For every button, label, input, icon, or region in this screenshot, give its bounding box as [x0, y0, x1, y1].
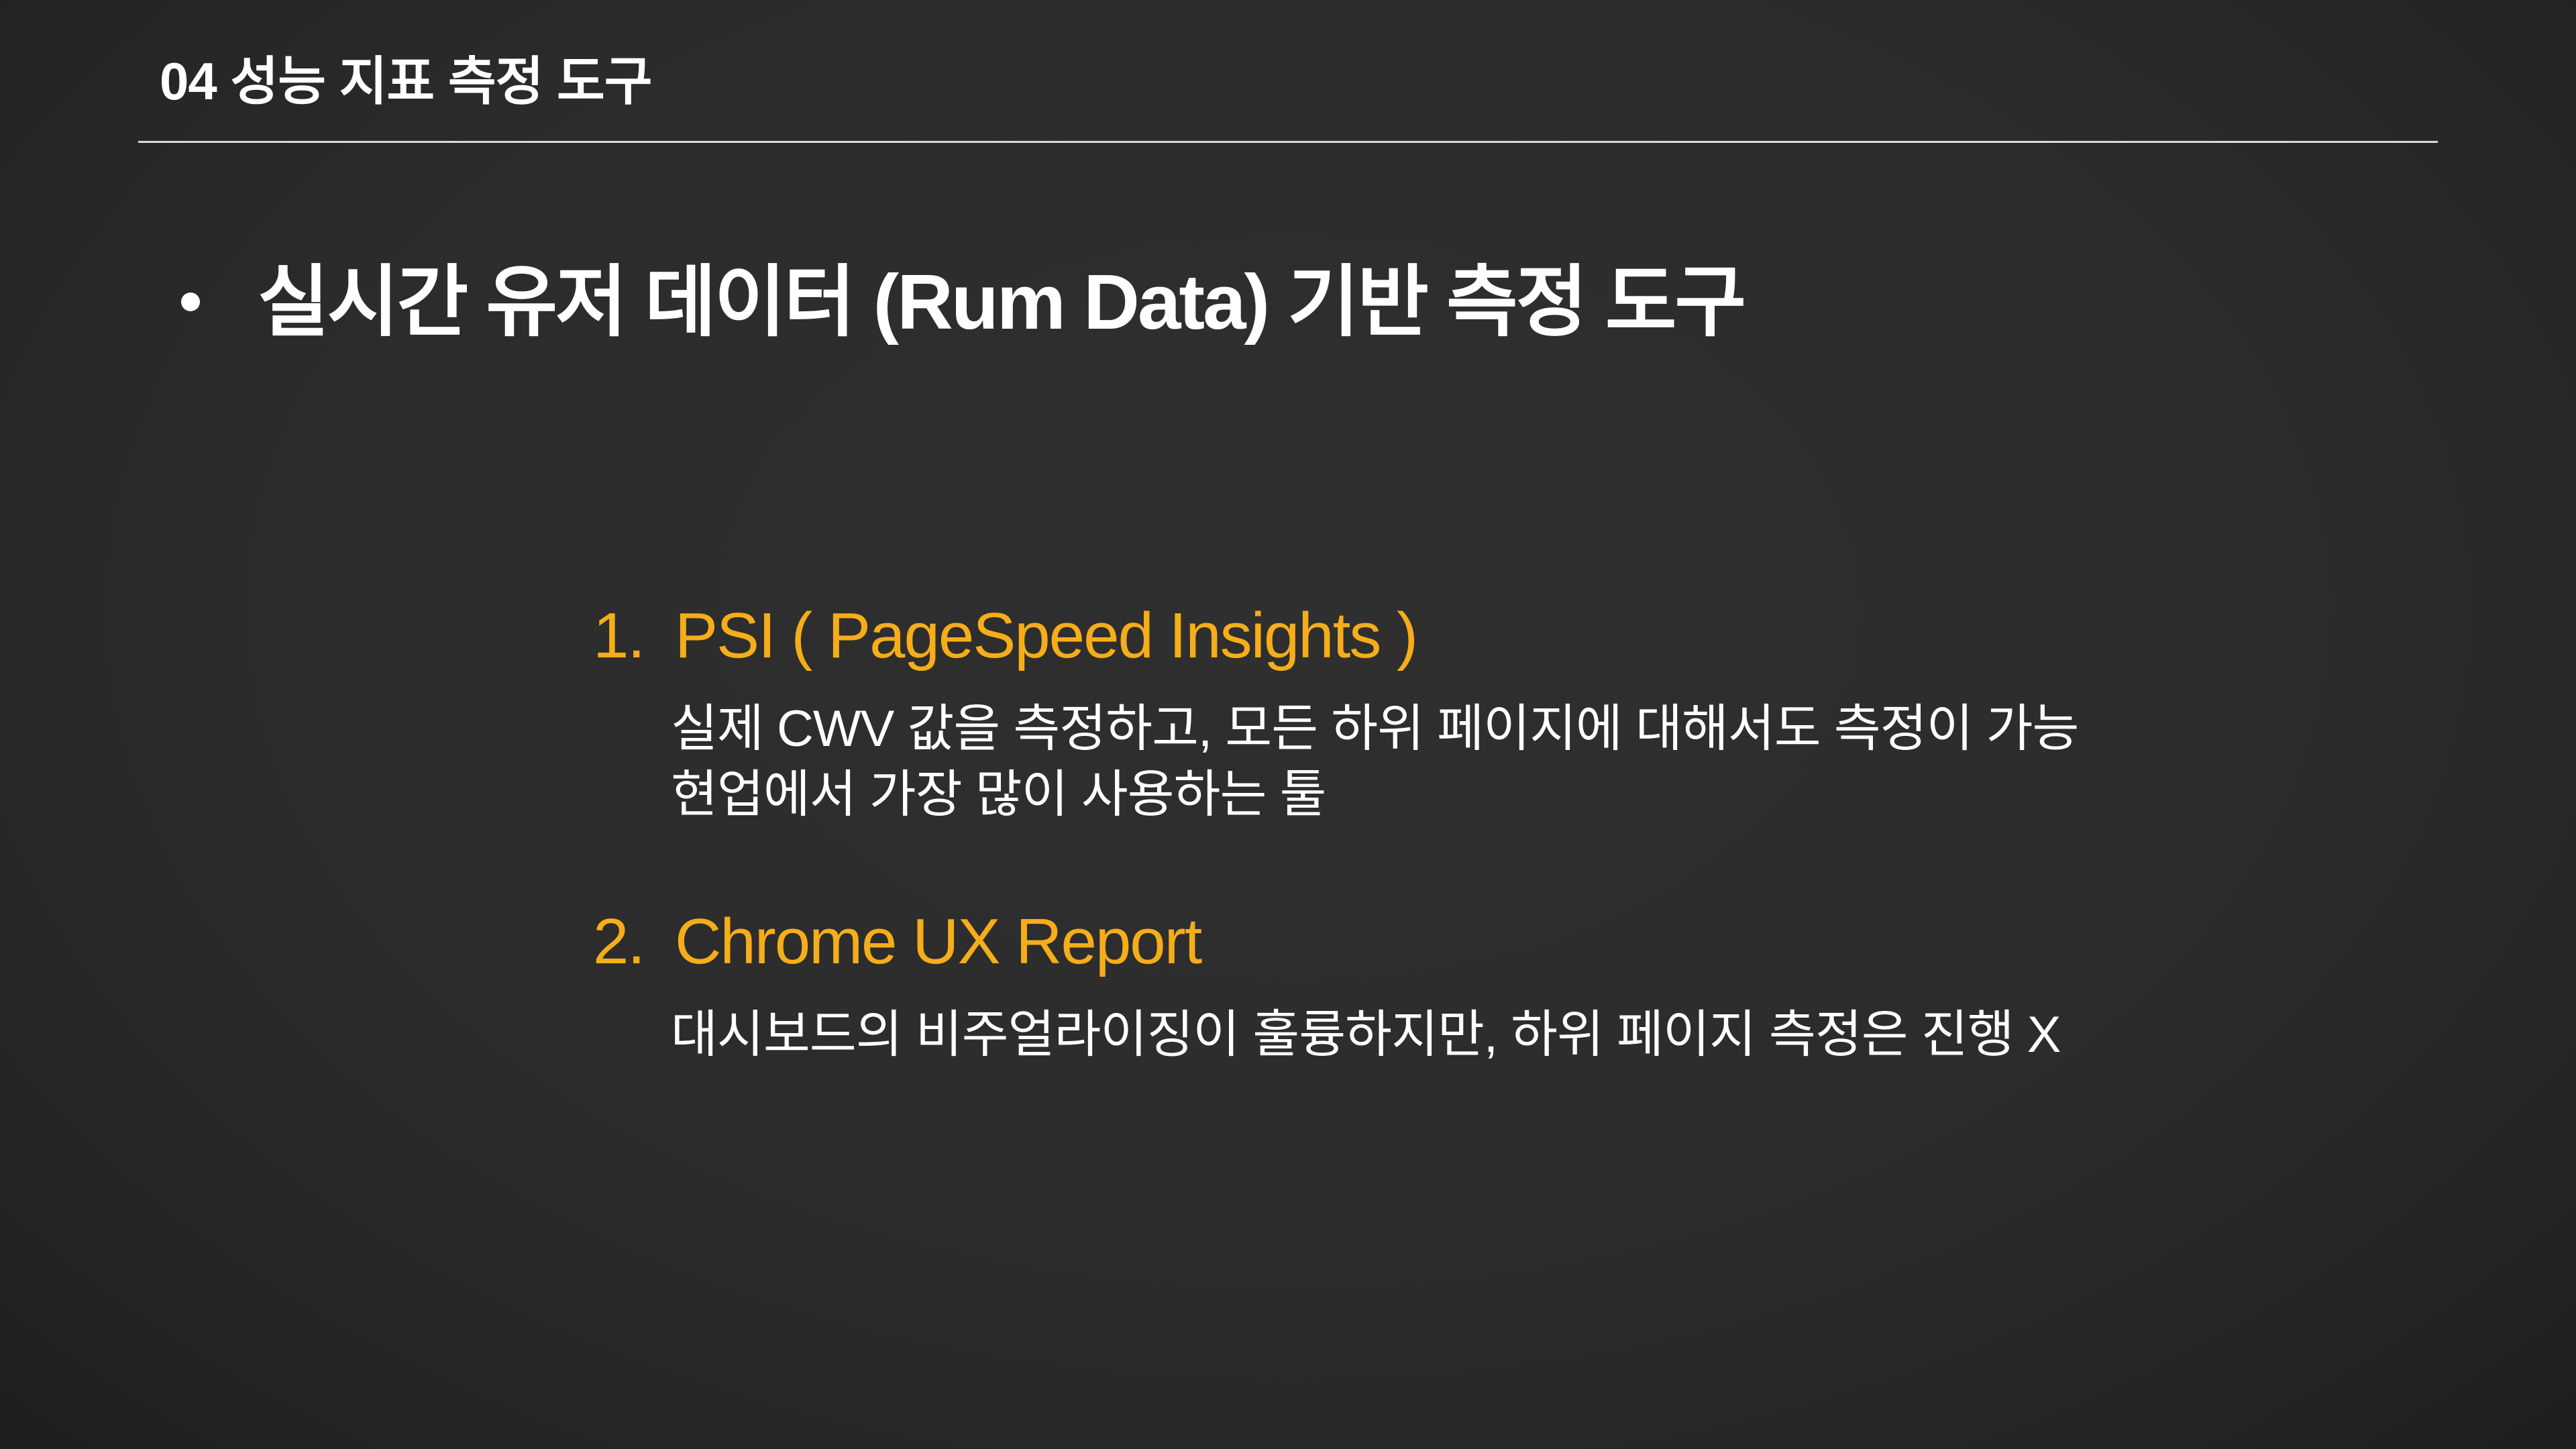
- list-item-psi: 1. PSI ( PageSpeed Insights ) 실제 CWV 값을 …: [593, 604, 2471, 828]
- list-item-description: 실제 CWV 값을 측정하고, 모든 하위 페이지에 대해서도 측정이 가능 현…: [671, 696, 2471, 828]
- list-item-number: 2.: [593, 906, 645, 977]
- header-divider: [138, 141, 2438, 143]
- list-item-number: 1.: [593, 600, 645, 672]
- bullet-dot-icon: [181, 292, 200, 311]
- list-item-description: 대시보드의 비주얼라이징이 훌륭하지만, 하위 페이지 측정은 진행 X: [671, 1002, 2471, 1068]
- description-line: 대시보드의 비주얼라이징이 훌륭하지만, 하위 페이지 측정은 진행 X: [671, 1006, 2061, 1063]
- list-item-title: 2. Chrome UX Report: [593, 910, 2471, 974]
- slide-header-title: 04 성능 지표 측정 도구: [160, 52, 653, 111]
- description-line: 실제 CWV 값을 측정하고, 모든 하위 페이지에 대해서도 측정이 가능: [671, 700, 2079, 757]
- description-line: 현업에서 가장 많이 사용하는 툴: [671, 766, 1326, 823]
- list-item-title: 1. PSI ( PageSpeed Insights ): [593, 604, 2471, 668]
- list-item-crux: 2. Chrome UX Report 대시보드의 비주얼라이징이 훌륭하지만,…: [593, 910, 2471, 1068]
- list-item-title-text: PSI ( PageSpeed Insights ): [675, 600, 1418, 672]
- main-bullet: 실시간 유저 데이터 (Rum Data) 기반 측정 도구: [181, 258, 1746, 345]
- main-bullet-text: 실시간 유저 데이터 (Rum Data) 기반 측정 도구: [258, 258, 1746, 345]
- list-item-title-text: Chrome UX Report: [675, 906, 1202, 977]
- tool-list: 1. PSI ( PageSpeed Insights ) 실제 CWV 값을 …: [593, 604, 2471, 1068]
